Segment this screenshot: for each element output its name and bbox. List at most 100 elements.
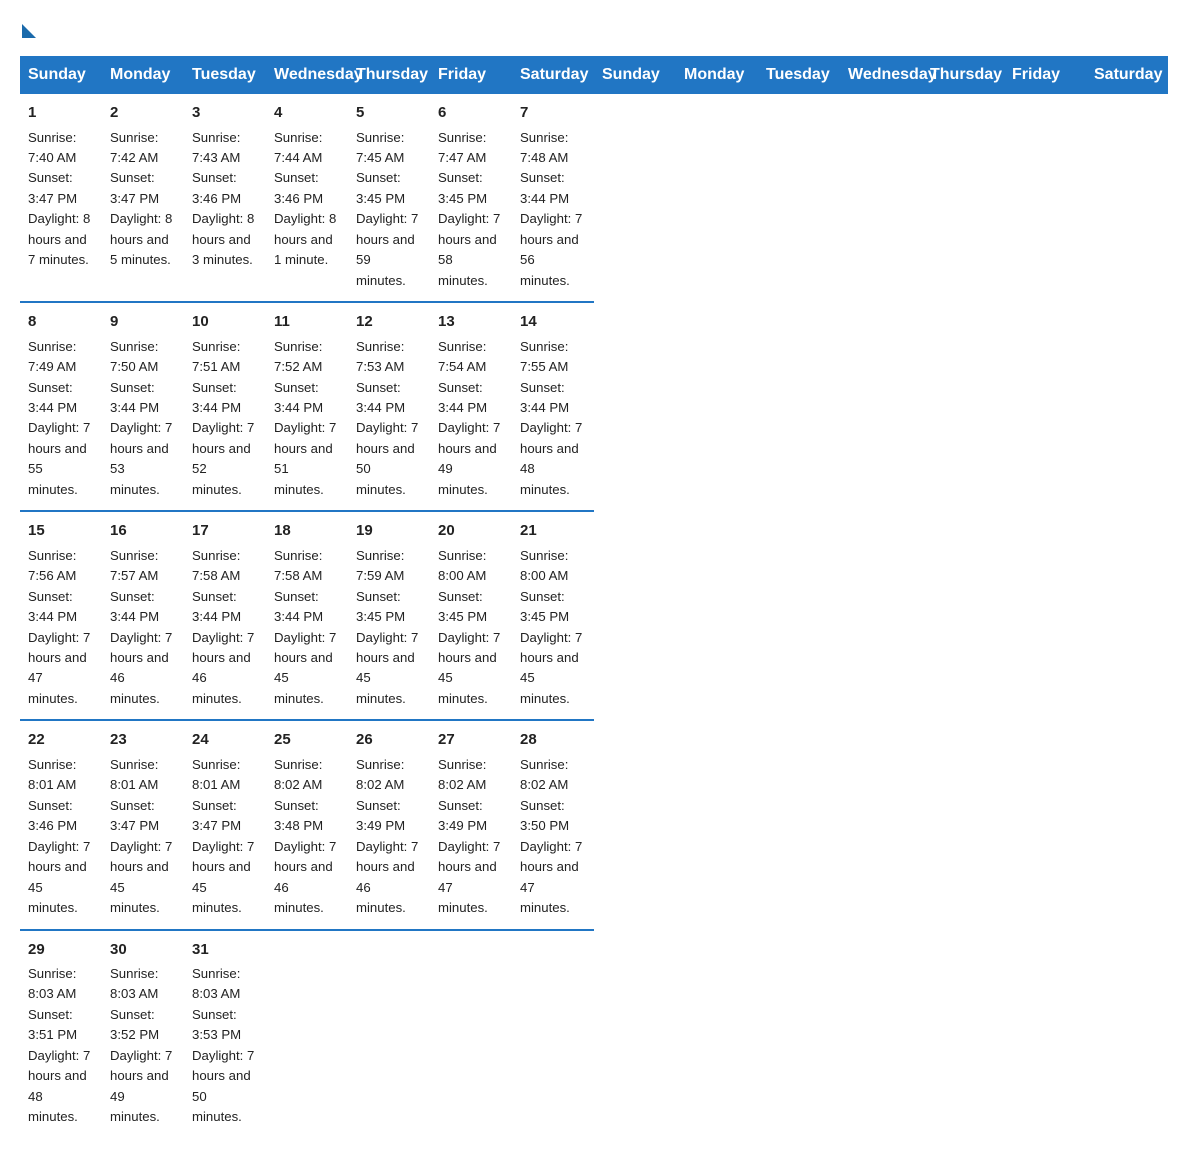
header-monday: Monday [102,56,184,94]
header-friday: Friday [430,56,512,94]
calendar-week-row: 1 Sunrise: 7:40 AMSunset: 3:47 PMDaylight… [20,94,1168,302]
calendar-cell: 21 Sunrise: 8:00 AMSunset: 3:45 PMDayligh… [512,511,594,720]
day-number: 9 [110,311,176,334]
calendar-cell [348,930,430,1138]
day-number: 22 [28,729,94,752]
day-number: 11 [274,311,340,334]
calendar-week-row: 15 Sunrise: 7:56 AMSunset: 3:44 PMDayligh… [20,511,1168,720]
day-number: 5 [356,102,422,125]
calendar-cell [512,930,594,1138]
day-number: 19 [356,520,422,543]
calendar-cell: 19 Sunrise: 7:59 AMSunset: 3:45 PMDayligh… [348,511,430,720]
day-number: 16 [110,520,176,543]
day-info: Sunrise: 8:00 AMSunset: 3:45 PMDaylight:… [520,548,582,706]
day-number: 13 [438,311,504,334]
calendar-week-row: 8 Sunrise: 7:49 AMSunset: 3:44 PMDaylight… [20,302,1168,511]
day-number: 8 [28,311,94,334]
day-number: 7 [520,102,586,125]
day-info: Sunrise: 7:52 AMSunset: 3:44 PMDaylight:… [274,339,336,497]
calendar-cell: 5 Sunrise: 7:45 AMSunset: 3:45 PMDaylight… [348,94,430,302]
day-number: 17 [192,520,258,543]
calendar-cell: 15 Sunrise: 7:56 AMSunset: 3:44 PMDayligh… [20,511,102,720]
day-info: Sunrise: 7:55 AMSunset: 3:44 PMDaylight:… [520,339,582,497]
calendar-cell: 13 Sunrise: 7:54 AMSunset: 3:44 PMDayligh… [430,302,512,511]
day-number: 10 [192,311,258,334]
calendar-cell: 20 Sunrise: 8:00 AMSunset: 3:45 PMDayligh… [430,511,512,720]
header-thursday: Thursday [922,56,1004,94]
day-info: Sunrise: 7:45 AMSunset: 3:45 PMDaylight:… [356,130,418,288]
calendar-cell: 8 Sunrise: 7:49 AMSunset: 3:44 PMDaylight… [20,302,102,511]
day-info: Sunrise: 8:02 AMSunset: 3:50 PMDaylight:… [520,757,582,915]
day-info: Sunrise: 7:40 AMSunset: 3:47 PMDaylight:… [28,130,90,268]
calendar-week-row: 29 Sunrise: 8:03 AMSunset: 3:51 PMDayligh… [20,930,1168,1138]
header-wednesday: Wednesday [266,56,348,94]
calendar-cell: 29 Sunrise: 8:03 AMSunset: 3:51 PMDayligh… [20,930,102,1138]
day-number: 20 [438,520,504,543]
day-info: Sunrise: 7:53 AMSunset: 3:44 PMDaylight:… [356,339,418,497]
day-number: 30 [110,939,176,962]
header-saturday: Saturday [512,56,594,94]
day-number: 28 [520,729,586,752]
header-saturday: Saturday [1086,56,1168,94]
day-number: 2 [110,102,176,125]
day-info: Sunrise: 8:02 AMSunset: 3:49 PMDaylight:… [438,757,500,915]
day-info: Sunrise: 8:01 AMSunset: 3:47 PMDaylight:… [192,757,254,915]
day-number: 23 [110,729,176,752]
day-number: 4 [274,102,340,125]
day-info: Sunrise: 8:03 AMSunset: 3:51 PMDaylight:… [28,966,90,1124]
day-number: 25 [274,729,340,752]
header-sunday: Sunday [594,56,676,94]
day-info: Sunrise: 8:03 AMSunset: 3:53 PMDaylight:… [192,966,254,1124]
day-info: Sunrise: 7:59 AMSunset: 3:45 PMDaylight:… [356,548,418,706]
header-friday: Friday [1004,56,1086,94]
calendar-cell: 7 Sunrise: 7:48 AMSunset: 3:44 PMDaylight… [512,94,594,302]
day-info: Sunrise: 8:01 AMSunset: 3:46 PMDaylight:… [28,757,90,915]
calendar-cell: 26 Sunrise: 8:02 AMSunset: 3:49 PMDayligh… [348,720,430,929]
calendar-cell [266,930,348,1138]
page-header [20,20,1168,38]
day-number: 15 [28,520,94,543]
day-info: Sunrise: 8:00 AMSunset: 3:45 PMDaylight:… [438,548,500,706]
calendar-cell: 3Sunrise: 7:43 AMSunset: 3:46 PMDaylight… [184,94,266,302]
day-number: 26 [356,729,422,752]
calendar-cell: 23Sunrise: 8:01 AMSunset: 3:47 PMDayligh… [102,720,184,929]
day-info: Sunrise: 7:44 AMSunset: 3:46 PMDaylight:… [274,130,336,268]
calendar-cell: 2 Sunrise: 7:42 AMSunset: 3:47 PMDaylight… [102,94,184,302]
day-number: 1 [28,102,94,125]
calendar-cell: 25 Sunrise: 8:02 AMSunset: 3:48 PMDayligh… [266,720,348,929]
day-number: 31 [192,939,258,962]
logo-triangle-icon [22,24,36,38]
day-number: 29 [28,939,94,962]
day-info: Sunrise: 7:47 AMSunset: 3:45 PMDaylight:… [438,130,500,288]
header-tuesday: Tuesday [184,56,266,94]
calendar-cell: 16Sunrise: 7:57 AMSunset: 3:44 PMDayligh… [102,511,184,720]
calendar-cell: 17Sunrise: 7:58 AMSunset: 3:44 PMDayligh… [184,511,266,720]
calendar-cell: 6 Sunrise: 7:47 AMSunset: 3:45 PMDaylight… [430,94,512,302]
header-thursday: Thursday [348,56,430,94]
calendar-cell: 24Sunrise: 8:01 AMSunset: 3:47 PMDayligh… [184,720,266,929]
day-number: 3 [192,102,258,125]
day-info: Sunrise: 7:50 AMSunset: 3:44 PMDaylight:… [110,339,172,497]
calendar-cell: 31 Sunrise: 8:03 AMSunset: 3:53 PMDayligh… [184,930,266,1138]
day-number: 21 [520,520,586,543]
day-info: Sunrise: 8:02 AMSunset: 3:48 PMDaylight:… [274,757,336,915]
calendar-cell [430,930,512,1138]
calendar-table: SundayMondayTuesdayWednesdayThursdayFrid… [20,56,1168,1138]
day-info: Sunrise: 7:51 AMSunset: 3:44 PMDaylight:… [192,339,254,497]
calendar-cell: 18 Sunrise: 7:58 AMSunset: 3:44 PMDayligh… [266,511,348,720]
calendar-cell: 22 Sunrise: 8:01 AMSunset: 3:46 PMDayligh… [20,720,102,929]
calendar-cell: 10 Sunrise: 7:51 AMSunset: 3:44 PMDayligh… [184,302,266,511]
day-info: Sunrise: 7:49 AMSunset: 3:44 PMDaylight:… [28,339,90,497]
day-info: Sunrise: 7:54 AMSunset: 3:44 PMDaylight:… [438,339,500,497]
day-info: Sunrise: 7:48 AMSunset: 3:44 PMDaylight:… [520,130,582,288]
day-number: 6 [438,102,504,125]
day-info: Sunrise: 8:02 AMSunset: 3:49 PMDaylight:… [356,757,418,915]
day-number: 18 [274,520,340,543]
day-info: Sunrise: 7:58 AMSunset: 3:44 PMDaylight:… [274,548,336,706]
calendar-week-row: 22 Sunrise: 8:01 AMSunset: 3:46 PMDayligh… [20,720,1168,929]
day-info: Sunrise: 7:56 AMSunset: 3:44 PMDaylight:… [28,548,90,706]
day-info: Sunrise: 7:42 AMSunset: 3:47 PMDaylight:… [110,130,172,268]
day-number: 14 [520,311,586,334]
calendar-cell: 30Sunrise: 8:03 AMSunset: 3:52 PMDayligh… [102,930,184,1138]
day-number: 27 [438,729,504,752]
